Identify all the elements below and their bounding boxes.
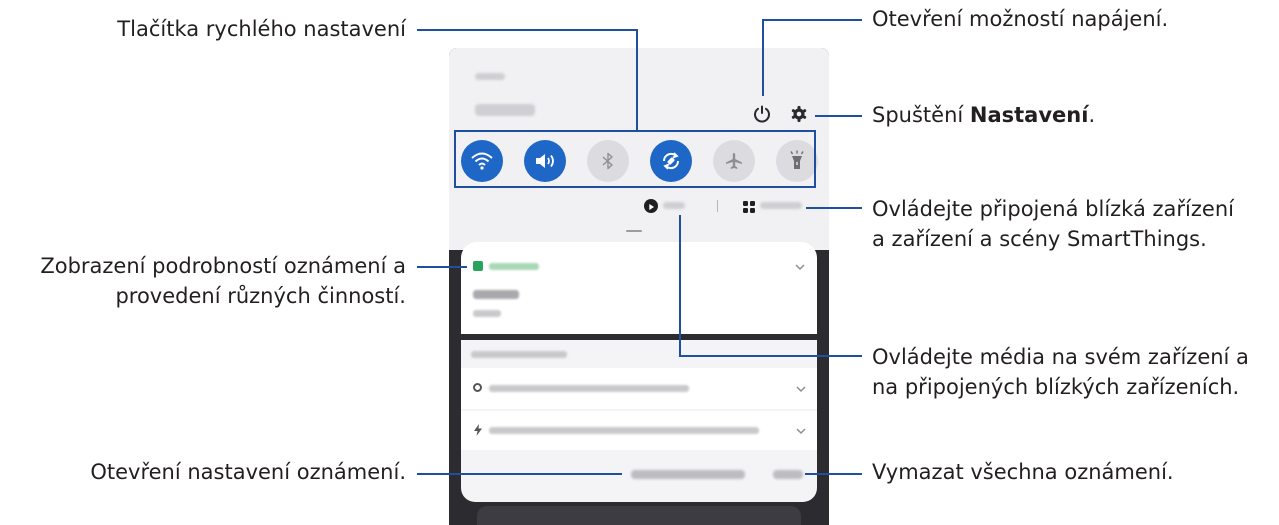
label-quick-settings: Tlačítka rychlého nastavení: [117, 17, 406, 41]
callout-box-quick-settings-top: [454, 130, 816, 132]
chevron-down-icon[interactable]: [794, 384, 808, 394]
callout-line-power-v: [762, 19, 764, 96]
label-notif-settings: Otevření nastavení oznámení.: [90, 460, 406, 484]
clear-button[interactable]: [773, 470, 803, 479]
bluetooth-toggle[interactable]: [587, 140, 629, 182]
label-notif-details: Zobrazení podrobností oznámení a provede…: [40, 253, 406, 310]
calendar-app-name: [489, 263, 539, 270]
callout-box-quick-settings-left: [454, 130, 456, 188]
label-media-line1: Ovládejte média na svém zařízení a: [872, 345, 1249, 369]
callout-line-notif-settings: [417, 473, 622, 475]
callout-line-power-h: [762, 19, 862, 21]
notification-settings-button[interactable]: [631, 470, 745, 479]
media-label[interactable]: [663, 202, 685, 209]
drag-handle[interactable]: [626, 230, 642, 232]
label-notif-details-line1: Zobrazení podrobností oznámení a: [40, 254, 406, 278]
quick-panel: [449, 48, 829, 250]
silent-row-2-text: [489, 427, 759, 434]
chevron-down-icon[interactable]: [793, 262, 807, 272]
silent-header: [471, 351, 567, 358]
phone-screen: [449, 48, 829, 525]
notification-actions: [461, 450, 817, 502]
power-icon[interactable]: [752, 104, 772, 124]
label-media-line2: na připojených blízkých zařízeních.: [872, 375, 1240, 399]
auto-rotate-icon: [662, 152, 680, 170]
clock-text: [475, 73, 505, 80]
gear-icon[interactable]: [790, 105, 808, 123]
wifi-icon: [471, 152, 493, 170]
media-play-icon[interactable]: [644, 199, 658, 213]
label-clear-all: Vymazat všechna oznámení.: [872, 460, 1174, 484]
label-devices: Ovládejte připojená blízká zařízení a za…: [872, 196, 1234, 253]
bluetooth-icon: [602, 152, 613, 170]
calendar-icon: [473, 261, 483, 271]
callout-line-devices: [806, 207, 862, 209]
airplane-icon: [726, 153, 742, 169]
airplane-toggle[interactable]: [713, 140, 755, 182]
label-settings-prefix: Spuštění: [872, 103, 970, 127]
silent-row-1-text: [489, 385, 689, 392]
android-system-icon: [473, 383, 482, 392]
calendar-notification[interactable]: [461, 242, 817, 334]
flashlight-icon: [790, 150, 804, 169]
media-divider: [717, 200, 718, 212]
sound-icon: [536, 154, 554, 168]
callout-line-media-v: [679, 215, 681, 357]
label-devices-line2: a zařízení a scény SmartThings.: [872, 227, 1207, 251]
calendar-event-time: [473, 310, 501, 317]
date-text: [475, 104, 535, 116]
callout-line-settings: [815, 115, 862, 117]
devices-label[interactable]: [760, 202, 802, 209]
silent-row-1[interactable]: [461, 368, 817, 409]
label-settings-bold: Nastavení: [969, 103, 1089, 127]
label-power-options: Otevření možností napájení.: [872, 7, 1169, 31]
callout-line-quick-settings-v: [636, 29, 638, 132]
charging-icon: [474, 424, 482, 436]
callout-box-quick-settings-right: [814, 130, 816, 188]
label-media: Ovládejte média na svém zařízení a na př…: [872, 344, 1249, 401]
devices-icon[interactable]: [742, 199, 756, 213]
callout-line-quick-settings: [417, 29, 638, 31]
label-settings: Spuštění Nastavení.: [872, 102, 1095, 129]
auto-rotate-toggle[interactable]: [650, 140, 692, 182]
sound-toggle[interactable]: [524, 140, 566, 182]
flashlight-toggle[interactable]: [776, 140, 818, 182]
callout-line-notif-details: [417, 266, 467, 268]
label-devices-line1: Ovládejte připojená blízká zařízení: [872, 197, 1234, 221]
label-notif-details-line2: provedení různých činností.: [115, 284, 406, 308]
callout-line-media-h: [679, 355, 862, 357]
calendar-event-title: [473, 290, 519, 299]
wifi-toggle[interactable]: [461, 140, 503, 182]
callout-line-clear-all: [805, 473, 862, 475]
label-settings-suffix: .: [1088, 103, 1096, 127]
background-app: [477, 506, 801, 525]
silent-row-2[interactable]: [461, 411, 817, 450]
callout-box-quick-settings-bottom: [454, 186, 816, 188]
chevron-down-icon[interactable]: [794, 426, 808, 436]
